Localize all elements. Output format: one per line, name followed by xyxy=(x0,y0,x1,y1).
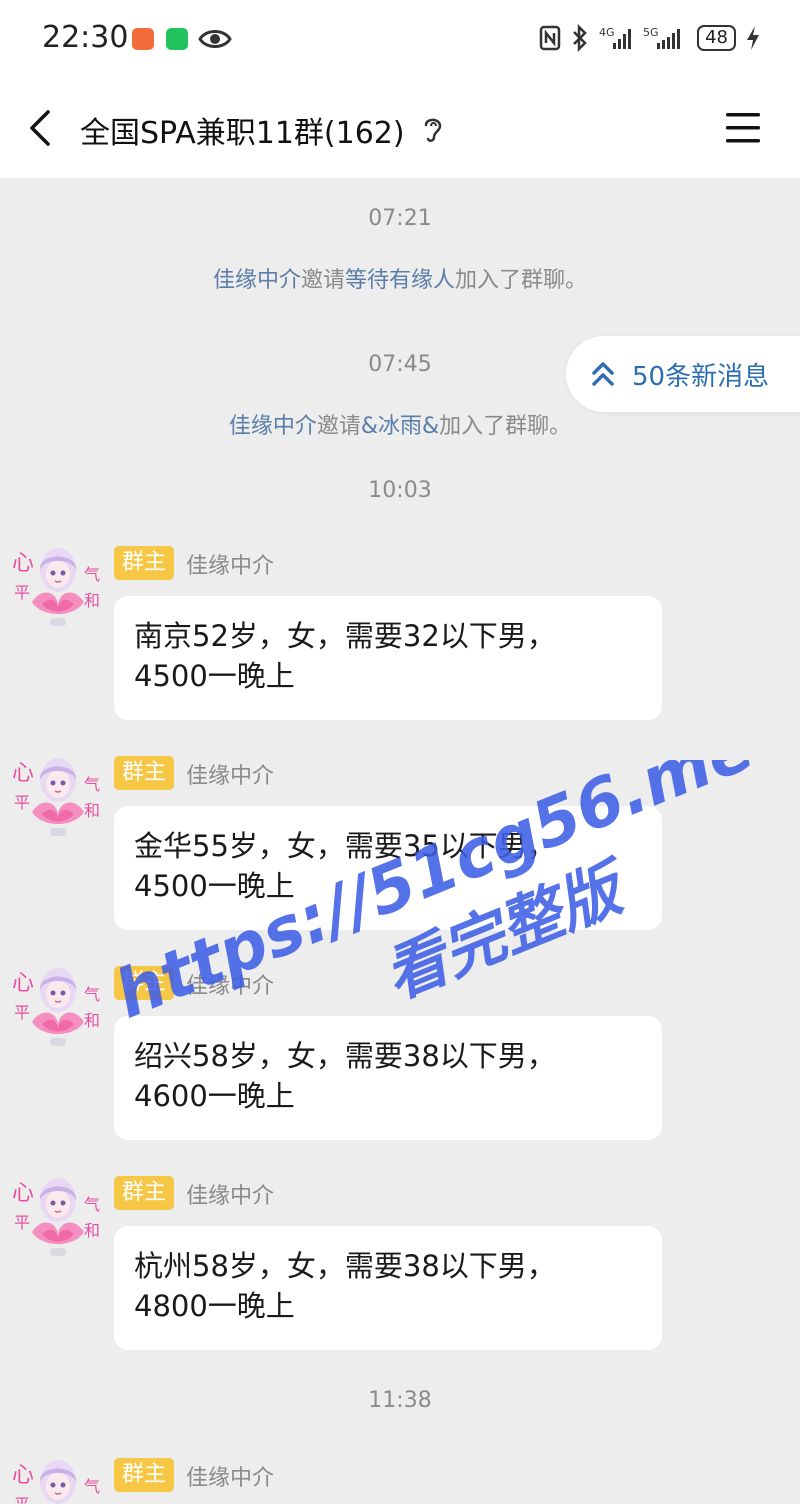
svg-text:和: 和 xyxy=(84,801,100,820)
chat-message: 心 平 气 和 群主 佳缘中介 南京52岁，女，需要32以下男， 4500一晚上 xyxy=(0,540,800,720)
svg-text:气: 气 xyxy=(84,985,100,1004)
chevron-left-icon[interactable] xyxy=(22,106,58,150)
message-text: 4500一晚上 xyxy=(134,659,295,693)
sender-name[interactable]: 佳缘中介 xyxy=(186,1178,274,1210)
message-bubble[interactable]: 金华55岁，女，需要35以下男， 4500一晚上 xyxy=(114,806,662,930)
avatar[interactable]: 心 平 气 和 xyxy=(12,1170,104,1258)
sender-name[interactable]: 佳缘中介 xyxy=(186,1460,274,1492)
4g-signal-icon: 4G xyxy=(599,26,632,49)
timestamp: 11:38 xyxy=(368,1388,432,1413)
hamburger-menu-icon[interactable] xyxy=(724,110,762,146)
svg-text:和: 和 xyxy=(84,591,100,610)
new-messages-button[interactable]: 50条新消息 xyxy=(566,336,800,412)
status-bar: 22:30 4G 5G 48 xyxy=(0,0,800,80)
svg-text:心: 心 xyxy=(12,1463,34,1488)
chat-header: 全国SPA兼职11群(162) xyxy=(0,80,800,178)
message-text: 杭州58岁，女，需要38以下男， xyxy=(134,1249,556,1283)
5g-signal-icon: 5G xyxy=(643,26,681,49)
ear-icon xyxy=(424,118,442,142)
timestamp: 10:03 xyxy=(368,478,432,503)
svg-text:平: 平 xyxy=(14,793,30,812)
system-suffix: 加入了群聊。 xyxy=(439,414,572,439)
bluetooth-icon xyxy=(573,24,587,52)
status-time: 22:30 xyxy=(42,20,129,55)
wechat-notification-icon xyxy=(166,28,188,50)
invitee-link[interactable]: &冰雨& xyxy=(361,414,439,439)
svg-text:心: 心 xyxy=(12,971,34,996)
sender-name[interactable]: 佳缘中介 xyxy=(186,968,274,1000)
svg-text:心: 心 xyxy=(12,1181,34,1206)
owner-badge: 群主 xyxy=(114,1458,175,1492)
svg-text:平: 平 xyxy=(14,1213,30,1232)
svg-text:和: 和 xyxy=(84,1221,100,1240)
chat-title[interactable]: 全国SPA兼职11群(162) xyxy=(80,108,405,152)
charging-icon xyxy=(747,26,759,50)
inviter-link[interactable]: 佳缘中介 xyxy=(229,414,317,439)
message-text: 金华55岁，女，需要35以下男， xyxy=(134,829,556,863)
message-text: 绍兴58岁，女，需要38以下男， xyxy=(134,1039,556,1073)
timestamp: 07:21 xyxy=(368,206,432,231)
message-text: 南京52岁，女，需要32以下男， xyxy=(134,619,556,653)
avatar[interactable]: 心 平 气 和 xyxy=(12,540,104,628)
message-bubble[interactable]: 南京52岁，女，需要32以下男， 4500一晚上 xyxy=(114,596,662,720)
chat-message: 心 平 气 和 群主 佳缘中介 绍兴58岁，女，需要38以下男， 4600一晚上 xyxy=(0,960,800,1140)
message-bubble[interactable]: 杭州58岁，女，需要38以下男， 4800一晚上 xyxy=(114,1226,662,1350)
message-text: 4800一晚上 xyxy=(134,1289,295,1323)
sender-name[interactable]: 佳缘中介 xyxy=(186,758,274,790)
avatar[interactable]: 心 平 气 和 xyxy=(12,960,104,1048)
avatar[interactable]: 心 平 气 和 xyxy=(12,750,104,838)
system-message: 佳缘中介邀请等待有缘人加入了群聊。 xyxy=(0,262,800,294)
sender-name[interactable]: 佳缘中介 xyxy=(186,548,274,580)
owner-badge: 群主 xyxy=(114,966,175,1000)
chat-message: 心 平 气 和 群主 佳缘中介 杭州58岁，女，需要38以下男， 4800一晚上 xyxy=(0,1170,800,1350)
double-chevron-up-icon xyxy=(592,362,614,386)
svg-text:平: 平 xyxy=(14,583,30,602)
svg-text:心: 心 xyxy=(12,761,34,786)
owner-badge: 群主 xyxy=(114,1176,175,1210)
svg-text:气: 气 xyxy=(84,1477,100,1496)
svg-text:平: 平 xyxy=(14,1003,30,1022)
system-verb: 邀请 xyxy=(300,268,345,293)
nfc-icon xyxy=(539,25,561,51)
app-notification-icon xyxy=(132,28,154,50)
chat-message: 心 平 气 和 群主 佳缘中介 金华55岁，女，需要35以下男， 4500一晚上 xyxy=(0,750,800,930)
message-text: 4500一晚上 xyxy=(134,869,295,903)
system-verb: 邀请 xyxy=(316,414,361,439)
svg-text:4G: 4G xyxy=(599,26,615,39)
new-messages-label: 50条新消息 xyxy=(632,362,770,392)
chat-message: 心 平 气 和 群主 佳缘中介 xyxy=(0,1452,800,1504)
svg-text:心: 心 xyxy=(12,551,34,576)
system-message: 佳缘中介邀请&冰雨&加入了群聊。 xyxy=(0,408,800,440)
battery-level: 48 xyxy=(697,25,736,51)
system-suffix: 加入了群聊。 xyxy=(455,268,588,293)
avatar[interactable]: 心 平 气 和 xyxy=(12,1452,104,1504)
invitee-link[interactable]: 等待有缘人 xyxy=(345,268,455,293)
message-text: 4600一晚上 xyxy=(134,1079,295,1113)
owner-badge: 群主 xyxy=(114,756,175,790)
svg-text:气: 气 xyxy=(84,1195,100,1214)
svg-text:平: 平 xyxy=(14,1495,30,1504)
svg-text:气: 气 xyxy=(84,775,100,794)
owner-badge: 群主 xyxy=(114,546,175,580)
inviter-link[interactable]: 佳缘中介 xyxy=(213,268,301,293)
svg-text:和: 和 xyxy=(84,1011,100,1030)
message-bubble[interactable]: 绍兴58岁，女，需要38以下男， 4600一晚上 xyxy=(114,1016,662,1140)
eye-icon xyxy=(198,30,232,48)
status-icons: 4G 5G 48 xyxy=(539,24,760,52)
svg-text:气: 气 xyxy=(84,565,100,584)
svg-text:5G: 5G xyxy=(643,26,659,39)
